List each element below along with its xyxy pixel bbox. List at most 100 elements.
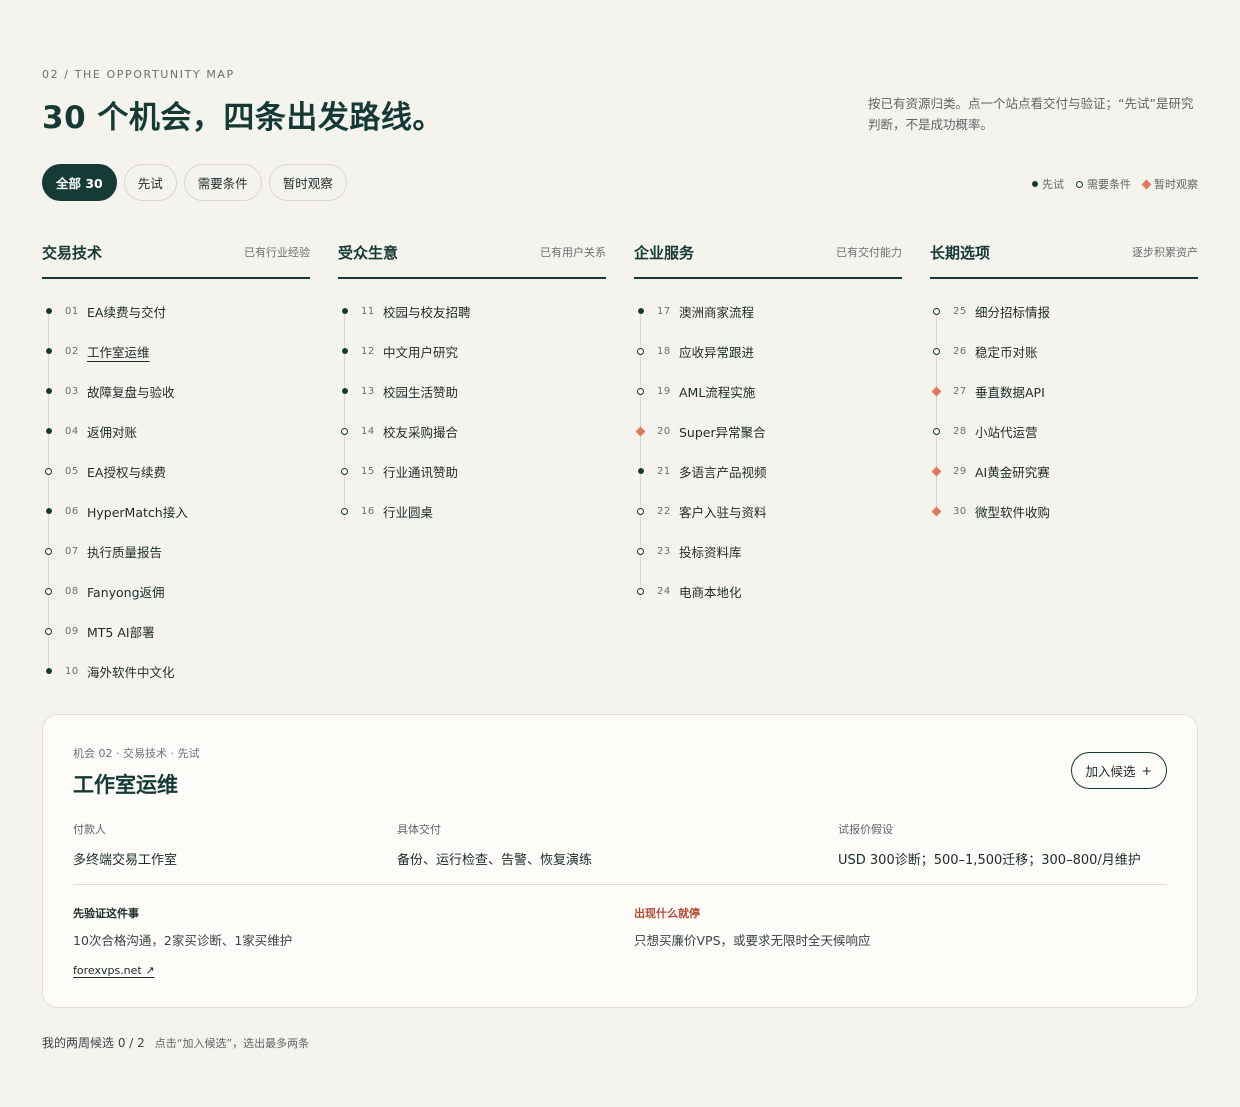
item-label: 工作室运维 xyxy=(87,344,150,360)
column-title: 交易技术 xyxy=(42,244,103,262)
item-number: 01 xyxy=(65,305,79,317)
opportunity-item[interactable]: 11 校园与校友招聘 xyxy=(338,291,606,331)
hollow-circle-icon xyxy=(341,467,348,475)
opportunity-item[interactable]: 04 返佣对账 xyxy=(42,411,310,451)
opportunity-item[interactable]: 15 行业通讯赞助 xyxy=(338,451,606,491)
reference-link[interactable]: forexvps.net ↗ xyxy=(73,964,154,977)
stop-value: 只想买廉价VPS，或要求无限时全天候响应 xyxy=(634,933,871,948)
filter-needs-conditions[interactable]: 需要条件 xyxy=(183,164,262,201)
opportunity-item[interactable]: 20 Super异常聚合 xyxy=(634,411,902,451)
opportunity-item[interactable]: 16 行业圆桌 xyxy=(338,491,606,531)
filter-all[interactable]: 全部 30 xyxy=(42,164,117,201)
item-number: 14 xyxy=(361,425,375,437)
item-label: 垂直数据API xyxy=(975,384,1045,400)
opportunity-list: 11 校园与校友招聘 12 中文用户研究 13 校园生活赞助 14 校友采购撮合 15 行业通讯赞… xyxy=(338,291,606,531)
status-legend: 先试 需要条件 暂时观察 xyxy=(1032,176,1198,192)
opportunity-item[interactable]: 08 Fanyong返佣 xyxy=(42,571,310,611)
item-number: 02 xyxy=(65,345,79,357)
hollow-circle-icon xyxy=(1076,180,1083,188)
item-number: 22 xyxy=(657,505,671,517)
opportunity-item[interactable]: 17 澳洲商家流程 xyxy=(634,291,902,331)
opportunity-item[interactable]: 02 工作室运维 xyxy=(42,331,310,371)
item-number: 24 xyxy=(657,585,671,597)
filled-dot-icon xyxy=(45,668,52,674)
opportunity-item[interactable]: 09 MT5 AI部署 xyxy=(42,611,310,651)
opportunity-item[interactable]: 30 微型软件收购 xyxy=(930,491,1198,531)
item-label: 稳定币对账 xyxy=(975,344,1038,360)
delivery-field: 具体交付 备份、运行检查、告警、恢复演练 xyxy=(397,821,592,868)
opportunity-item[interactable]: 13 校园生活赞助 xyxy=(338,371,606,411)
opportunity-item[interactable]: 07 执行质量报告 xyxy=(42,531,310,571)
opportunity-item[interactable]: 19 AML流程实施 xyxy=(634,371,902,411)
item-number: 17 xyxy=(657,305,671,317)
filter-try-first[interactable]: 先试 xyxy=(123,164,177,201)
opportunity-item[interactable]: 27 垂直数据API xyxy=(930,371,1198,411)
opportunity-item[interactable]: 10 海外软件中文化 xyxy=(42,651,310,691)
item-number: 29 xyxy=(953,465,967,477)
opportunity-item[interactable]: 26 稳定币对账 xyxy=(930,331,1198,371)
opportunity-list: 17 澳洲商家流程 18 应收异常跟进 19 AML流程实施 20 Super异常聚合 21 多语… xyxy=(634,291,902,611)
item-label: 电商本地化 xyxy=(679,584,742,600)
price-field: 试报价假设 USD 300诊断；500–1,500迁移；300–800/月维护 xyxy=(838,821,1141,868)
item-label: 澳洲商家流程 xyxy=(679,304,755,320)
filled-dot-icon xyxy=(45,428,52,434)
status-marker xyxy=(930,506,943,516)
hollow-circle-icon xyxy=(637,507,644,515)
opportunity-item[interactable]: 14 校友采购撮合 xyxy=(338,411,606,451)
opportunity-item[interactable]: 06 HyperMatch接入 xyxy=(42,491,310,531)
filled-dot-icon xyxy=(1032,181,1038,187)
item-label: 校友采购撮合 xyxy=(383,424,459,440)
diamond-icon xyxy=(1141,179,1152,189)
status-marker xyxy=(634,347,647,355)
item-number: 15 xyxy=(361,465,375,477)
column-header: 长期选项 逐步积累资产 xyxy=(930,236,1198,279)
opportunity-item[interactable]: 21 多语言产品视频 xyxy=(634,451,902,491)
filled-dot-icon xyxy=(341,308,348,314)
item-label: 执行质量报告 xyxy=(87,544,163,560)
filled-dot-icon xyxy=(45,308,52,314)
payer-label: 付款人 xyxy=(73,823,106,836)
payer-value: 多终端交易工作室 xyxy=(73,853,178,868)
section-eyebrow: 02 / THE OPPORTUNITY MAP xyxy=(42,68,235,81)
opportunity-item[interactable]: 01 EA续费与交付 xyxy=(42,291,310,331)
hollow-circle-icon xyxy=(933,427,940,435)
opportunity-item[interactable]: 23 投标资料库 xyxy=(634,531,902,571)
filled-dot-icon xyxy=(637,468,644,474)
opportunity-item[interactable]: 28 小站代运营 xyxy=(930,411,1198,451)
column-subtitle: 已有行业经验 xyxy=(244,246,310,259)
item-number: 13 xyxy=(361,385,375,397)
hollow-circle-icon xyxy=(637,547,644,555)
status-marker xyxy=(42,508,55,514)
hollow-circle-icon xyxy=(341,507,348,515)
opportunity-item[interactable]: 29 AI黄金研究赛 xyxy=(930,451,1198,491)
item-number: 07 xyxy=(65,545,79,557)
shortlist-counter: 我的两周候选 0 / 2 xyxy=(42,1036,145,1050)
status-marker xyxy=(338,348,351,354)
item-label: 校园生活赞助 xyxy=(383,384,459,400)
hollow-circle-icon xyxy=(637,587,644,595)
status-marker xyxy=(42,587,55,595)
filter-bar: 全部 30 先试 需要条件 暂时观察 xyxy=(42,164,347,201)
opportunity-item[interactable]: 25 细分招标情报 xyxy=(930,291,1198,331)
opportunity-item[interactable]: 24 电商本地化 xyxy=(634,571,902,611)
opportunity-item[interactable]: 18 应收异常跟进 xyxy=(634,331,902,371)
opportunity-item[interactable]: 03 故障复盘与验收 xyxy=(42,371,310,411)
item-label: 行业圆桌 xyxy=(383,504,434,520)
item-number: 05 xyxy=(65,465,79,477)
status-marker xyxy=(930,307,943,315)
legend-item: 需要条件 xyxy=(1076,176,1131,192)
opportunity-item[interactable]: 12 中文用户研究 xyxy=(338,331,606,371)
status-marker xyxy=(634,426,647,436)
opportunity-item[interactable]: 22 客户入驻与资料 xyxy=(634,491,902,531)
item-label: 海外软件中文化 xyxy=(87,664,175,680)
filter-watch[interactable]: 暂时观察 xyxy=(268,164,347,201)
item-label: MT5 AI部署 xyxy=(87,624,155,640)
filled-dot-icon xyxy=(45,508,52,514)
add-to-shortlist-button[interactable]: 加入候选 + xyxy=(1070,752,1167,789)
opportunity-item[interactable]: 05 EA授权与续费 xyxy=(42,451,310,491)
diamond-icon xyxy=(931,506,942,516)
item-number: 21 xyxy=(657,465,671,477)
status-marker xyxy=(42,547,55,555)
legend-item: 先试 xyxy=(1032,176,1064,192)
validate-label: 先验证这件事 xyxy=(73,907,139,920)
